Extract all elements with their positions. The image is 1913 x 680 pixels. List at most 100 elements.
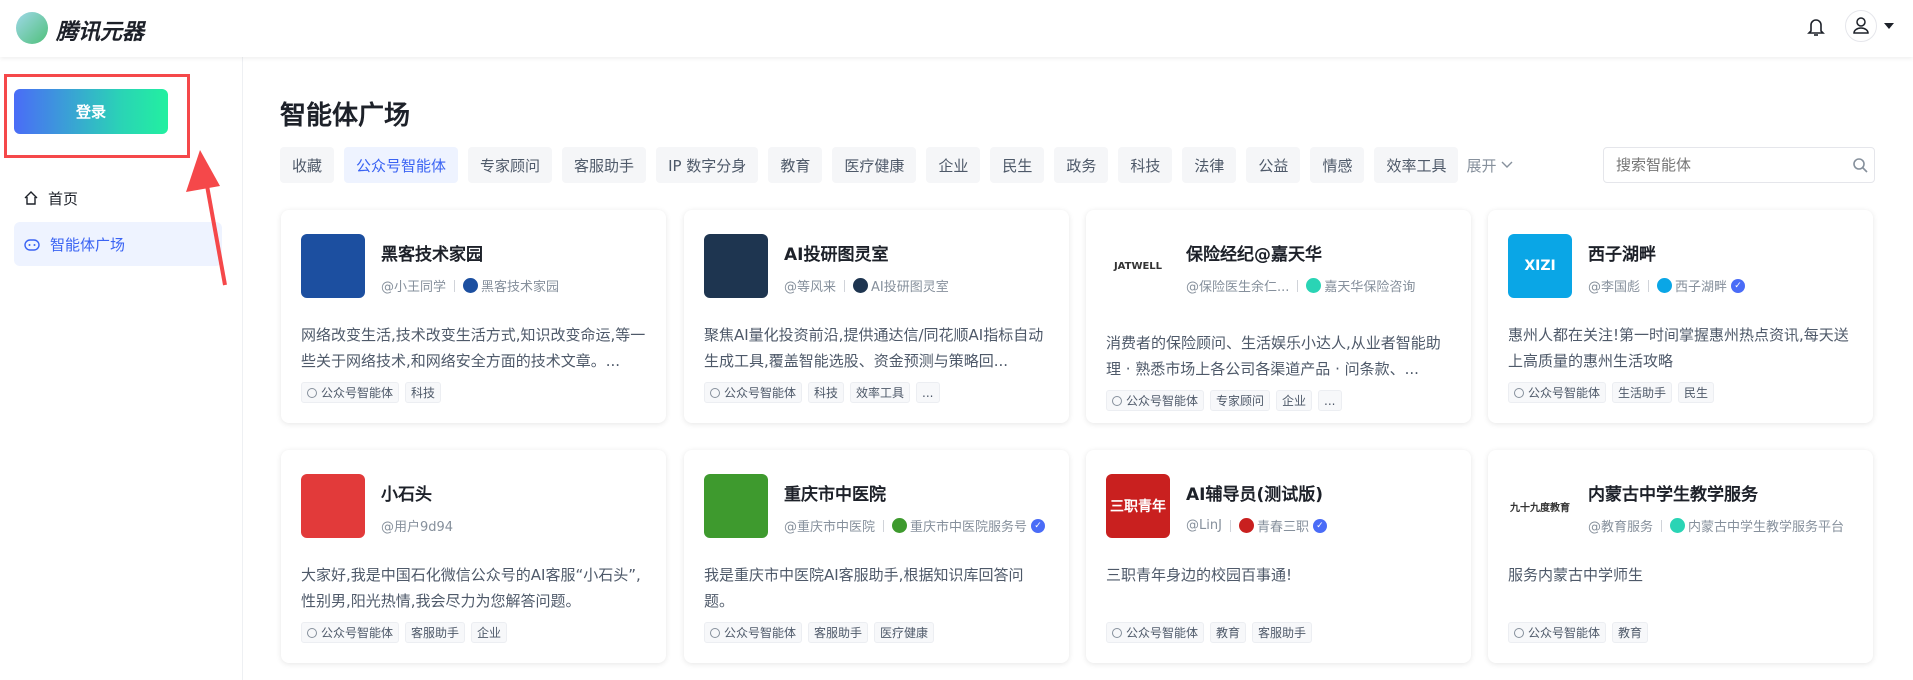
agent-card[interactable]: 黑客技术家园 @小王同学 黑客技术家园 网络改变生活,技术改变生活方式,知识改变命运… xyxy=(281,210,666,423)
agent-tags: 公众号智能体 生活助手 民生 xyxy=(1508,382,1715,403)
agent-author[interactable]: @用户9d94 xyxy=(381,516,453,535)
agent-name: 西子湖畔 xyxy=(1588,245,1656,265)
chat-bubble-icon xyxy=(1514,627,1524,638)
tag: 公众号智能体 xyxy=(704,622,803,643)
agent-card[interactable]: 九十九度教育 内蒙古中学生教学服务 @教育服务 内蒙古中学生教学服务平台 服务内蒙古… xyxy=(1488,450,1873,663)
tag: 公众号智能体 xyxy=(301,622,400,643)
robot-icon xyxy=(24,239,40,251)
logo-icon xyxy=(16,12,48,44)
agent-account[interactable]: 嘉天华保险咨询 xyxy=(1324,276,1415,295)
agent-author[interactable]: @LinJ xyxy=(1186,518,1222,533)
tab-6[interactable]: 医疗健康 xyxy=(832,147,917,183)
verified-badge-icon: ✓ xyxy=(1731,278,1746,293)
tab-12[interactable]: 公益 xyxy=(1246,147,1301,183)
agent-avatar: XIZI xyxy=(1508,234,1572,298)
verified-badge-icon: ✓ xyxy=(1031,518,1046,533)
agent-account[interactable]: 青春三职 xyxy=(1257,516,1309,535)
agent-meta: @教育服务 内蒙古中学生教学服务平台 xyxy=(1588,516,1844,535)
tag: 专家顾问 xyxy=(1210,390,1271,411)
divider xyxy=(1661,519,1663,532)
top-header: 腾讯元器 xyxy=(0,0,1913,57)
agent-author[interactable]: @教育服务 xyxy=(1588,516,1653,535)
tag-label: 客服助手 xyxy=(1258,626,1307,640)
avatar-logo-text: 九十九度教育 xyxy=(1510,502,1570,514)
user-avatar-button[interactable] xyxy=(1845,10,1877,42)
divider xyxy=(844,279,846,292)
agent-card[interactable]: 小石头 @用户9d94 大家好,我是中国石化微信公众号的AI客服“小石头”,性别男… xyxy=(281,450,666,663)
agent-avatar xyxy=(704,234,768,298)
tag-label: 公众号智能体 xyxy=(321,386,394,400)
agent-author[interactable]: @保险医生余仁... xyxy=(1186,276,1289,295)
agent-avatar xyxy=(301,234,365,298)
tag-label: 效率工具 xyxy=(856,386,905,400)
divider xyxy=(883,519,885,532)
agent-account[interactable]: 西子湖畔 xyxy=(1675,276,1727,295)
agent-author[interactable]: @小王同学 xyxy=(381,276,446,295)
logo-text[interactable]: 腾讯元器 xyxy=(56,14,144,46)
tab-2[interactable]: 专家顾问 xyxy=(468,147,553,183)
agent-description: 惠州人都在关注!第一时间掌握惠州热点资讯,每天送上高质量的惠州生活攻略 xyxy=(1508,326,1849,370)
agent-tags: 公众号智能体 教育 客服助手 xyxy=(1106,622,1313,643)
agent-meta: @保险医生余仁... 嘉天华保险咨询 xyxy=(1186,276,1415,295)
tab-8[interactable]: 民生 xyxy=(990,147,1045,183)
agent-author[interactable]: @重庆市中医院 xyxy=(784,516,875,535)
annotation-highlight-box xyxy=(4,74,190,158)
caret-down-icon[interactable] xyxy=(1884,23,1894,29)
tab-7[interactable]: 企业 xyxy=(926,147,981,183)
sidebar-item-label: 智能体广场 xyxy=(50,235,126,254)
agent-card[interactable]: 三职青年 AI辅导员(测试版) @LinJ 青春三职 ✓ 三职青年身边的校园百事通! 公… xyxy=(1086,450,1471,663)
tab-11[interactable]: 法律 xyxy=(1182,147,1237,183)
tag: 生活助手 xyxy=(1612,382,1673,403)
agent-card[interactable]: JATWELL 保险经纪@嘉天华 @保险医生余仁... 嘉天华保险咨询 消费者的保险… xyxy=(1086,210,1471,423)
tab-3[interactable]: 客服助手 xyxy=(562,147,647,183)
agent-tags: 公众号智能体 科技 效率工具... xyxy=(704,382,940,403)
tag-label: 教育 xyxy=(1216,626,1241,640)
tab-0[interactable]: 收藏 xyxy=(280,147,335,183)
agent-card[interactable]: 重庆市中医院 @重庆市中医院 重庆市中医院服务号 ✓ 我是重庆市中医院AI客服助手,根… xyxy=(684,450,1069,663)
bell-icon[interactable] xyxy=(1806,16,1826,38)
tag-label: 民生 xyxy=(1684,386,1709,400)
agent-tags: 公众号智能体 教育 xyxy=(1508,622,1649,643)
agent-card[interactable]: XIZI 西子湖畔 @李国彪 西子湖畔 ✓ 惠州人都在关注!第一时间掌握惠州热点资讯,… xyxy=(1488,210,1873,423)
search-input[interactable] xyxy=(1603,147,1875,183)
tab-14[interactable]: 效率工具 xyxy=(1374,147,1459,183)
tab-4[interactable]: IP 数字分身 xyxy=(656,147,759,183)
agent-description: 聚焦AI量化投资前沿,提供通达信/同花顺AI指标自动生成工具,覆盖智能选股、资金… xyxy=(704,326,1044,370)
tab-5[interactable]: 教育 xyxy=(768,147,823,183)
tab-10[interactable]: 科技 xyxy=(1118,147,1173,183)
tag-label: 客服助手 xyxy=(411,626,460,640)
agent-name: AI投研图灵室 xyxy=(784,245,889,265)
home-icon xyxy=(24,191,38,205)
tag-label: ... xyxy=(922,385,934,400)
account-avatar-icon xyxy=(1670,518,1686,533)
agent-account[interactable]: 内蒙古中学生教学服务平台 xyxy=(1688,516,1844,535)
tab-9[interactable]: 政务 xyxy=(1054,147,1109,183)
search-icon[interactable] xyxy=(1852,157,1868,173)
agent-author[interactable]: @李国彪 xyxy=(1588,276,1640,295)
page-title: 智能体广场 xyxy=(280,101,411,131)
tag-label: 客服助手 xyxy=(814,626,863,640)
tag-label: 生活助手 xyxy=(1618,386,1667,400)
agent-account[interactable]: 重庆市中医院服务号 xyxy=(910,516,1027,535)
divider xyxy=(1229,519,1231,532)
agent-account[interactable]: 黑客技术家园 xyxy=(481,276,559,295)
chat-bubble-icon xyxy=(710,627,720,638)
agent-avatar: JATWELL xyxy=(1106,234,1170,298)
tag-label: 企业 xyxy=(477,626,502,640)
account-avatar-icon xyxy=(463,278,479,293)
agent-account[interactable]: AI投研图灵室 xyxy=(871,276,949,295)
chat-bubble-icon xyxy=(710,387,720,398)
agent-tags: 公众号智能体 科技 xyxy=(301,382,442,403)
tab-13[interactable]: 情感 xyxy=(1310,147,1365,183)
tag: 企业 xyxy=(1276,390,1313,411)
expand-button[interactable]: 展开 xyxy=(1466,147,1514,183)
chat-bubble-icon xyxy=(1112,627,1122,638)
tab-1[interactable]: 公众号智能体 xyxy=(344,147,459,183)
tag-label: 公众号智能体 xyxy=(1528,386,1601,400)
sidebar-item-label: 首页 xyxy=(48,189,79,208)
agent-author[interactable]: @等风来 xyxy=(784,276,836,295)
agent-meta: @用户9d94 xyxy=(381,516,453,535)
user-icon xyxy=(1853,17,1869,34)
agent-card[interactable]: AI投研图灵室 @等风来 AI投研图灵室聚焦AI量化投资前沿,提供通达信/同花顺A… xyxy=(684,210,1069,423)
account-avatar-icon xyxy=(1657,278,1673,293)
